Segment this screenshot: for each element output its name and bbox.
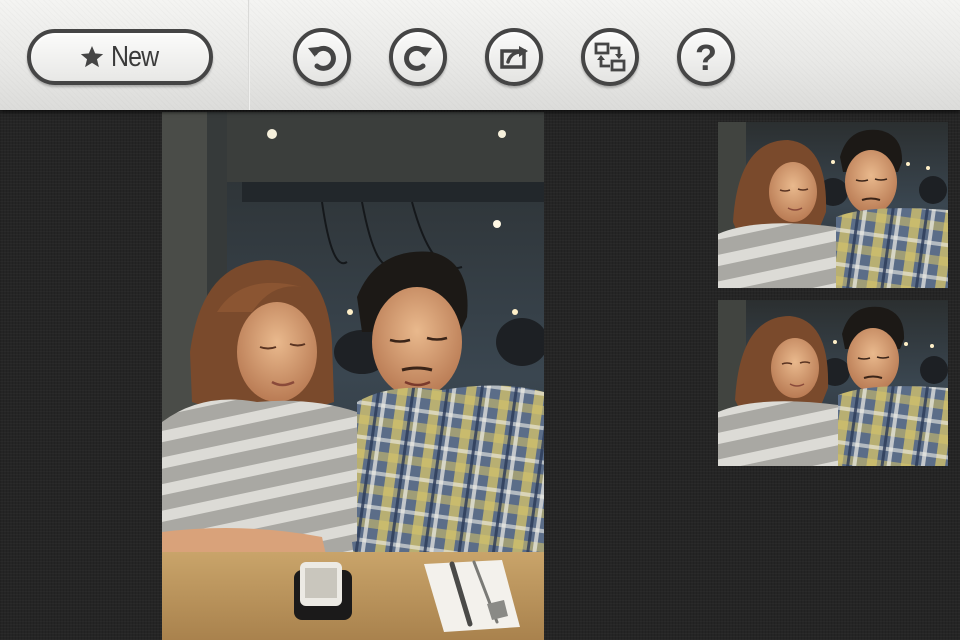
swap-frames-icon [594,42,626,72]
thumbnail-1-image [718,122,948,288]
app-window: New ? [0,0,960,640]
share-button[interactable] [485,28,543,86]
main-photo[interactable] [162,112,544,640]
redo-arrow-icon [404,45,432,71]
new-button-label: New [111,40,159,73]
thumbnail-2-image [718,300,948,466]
star-icon [81,45,104,68]
redo-button[interactable] [389,28,447,86]
question-mark-icon: ? [695,36,717,78]
toolbar: New ? [0,0,960,110]
undo-button[interactable] [293,28,351,86]
share-box-icon [500,46,528,69]
new-button[interactable]: New [27,29,213,85]
undo-arrow-icon [308,45,336,71]
thumbnail-1[interactable] [718,122,948,288]
swap-button[interactable] [581,28,639,86]
main-photo-image [162,112,544,640]
thumbnail-2[interactable] [718,300,948,466]
toolbar-divider [248,0,250,110]
help-button[interactable]: ? [677,28,735,86]
